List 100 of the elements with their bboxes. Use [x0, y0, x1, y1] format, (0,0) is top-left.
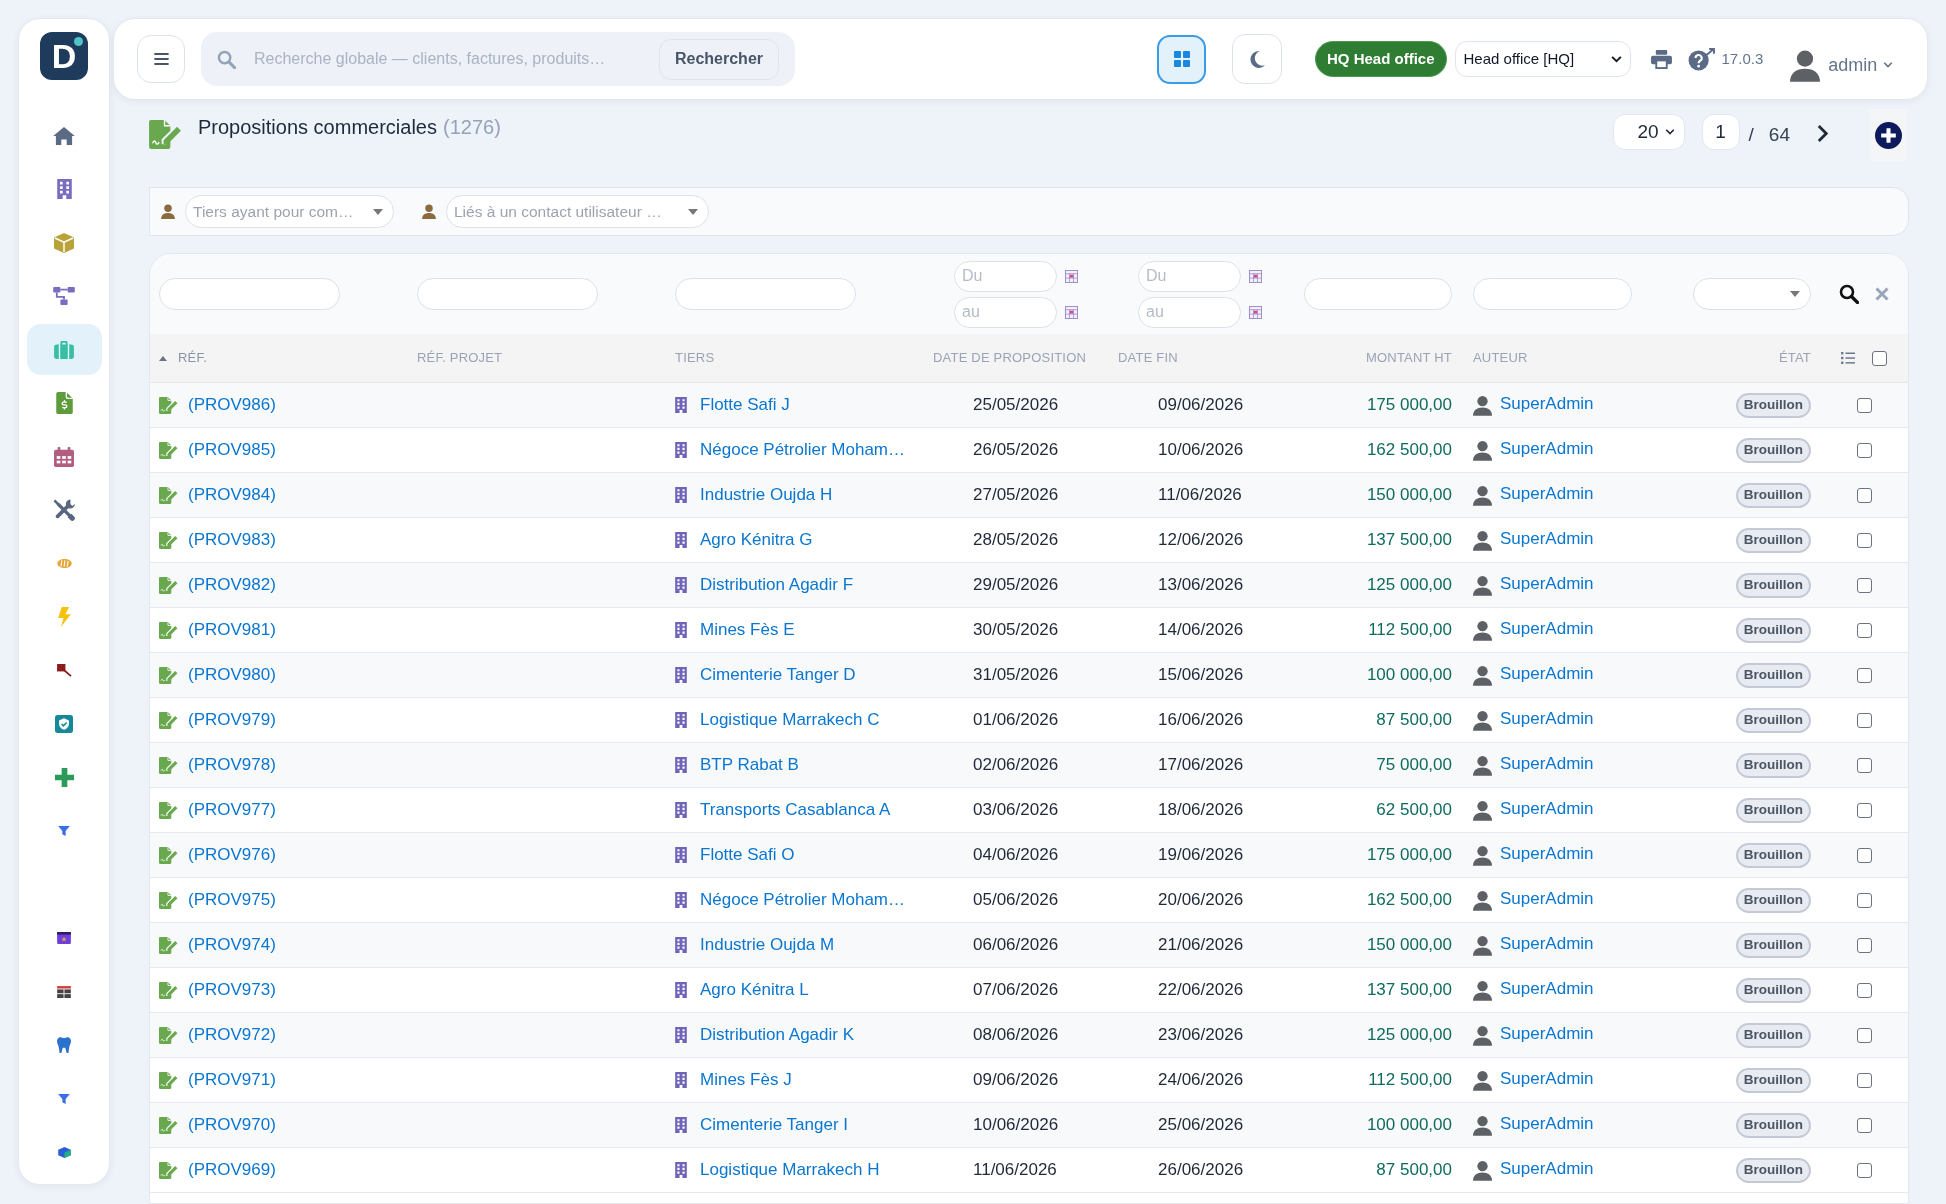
row-checkbox[interactable]	[1857, 1027, 1872, 1043]
row-checkbox[interactable]	[1857, 937, 1872, 953]
author-link[interactable]: SuperAdmin	[1500, 886, 1594, 912]
third-party-link[interactable]: Agro Kénitra L	[700, 977, 809, 1003]
dark-mode-button[interactable]	[1232, 34, 1282, 84]
proposal-link[interactable]: (PROV970)	[188, 1112, 276, 1138]
author-link[interactable]: SuperAdmin	[1500, 976, 1594, 1002]
row-checkbox[interactable]	[1857, 1117, 1872, 1133]
date-input[interactable]: au	[954, 296, 1057, 328]
third-party-link[interactable]: Flotte Safi J	[700, 392, 790, 418]
date-input[interactable]: Du	[1138, 260, 1241, 292]
proposal-link[interactable]: (PROV971)	[188, 1067, 276, 1093]
proposal-link[interactable]: (PROV972)	[188, 1022, 276, 1048]
author-link[interactable]: SuperAdmin	[1500, 436, 1594, 462]
proposal-link[interactable]: (PROV979)	[188, 707, 276, 733]
proposal-link[interactable]: (PROV980)	[188, 662, 276, 688]
filter-input[interactable]	[1304, 278, 1452, 310]
third-party-link[interactable]: Négoce Pétrolier Moham…	[700, 887, 906, 913]
filter-input[interactable]	[159, 278, 340, 310]
proposal-link[interactable]: (PROV973)	[188, 977, 276, 1003]
filter-input[interactable]	[675, 278, 856, 310]
row-checkbox[interactable]	[1857, 1072, 1872, 1088]
third-party-link[interactable]: Négoce Pétrolier Moham…	[700, 437, 906, 463]
author-link[interactable]: SuperAdmin	[1500, 706, 1594, 732]
author-link[interactable]: SuperAdmin	[1500, 931, 1594, 957]
row-checkbox[interactable]	[1857, 892, 1872, 908]
entity-select[interactable]: Head office [HQ]	[1454, 41, 1631, 77]
calendar-icon[interactable]	[1065, 305, 1078, 319]
author-link[interactable]: SuperAdmin	[1500, 526, 1594, 552]
row-checkbox[interactable]	[1857, 757, 1872, 773]
proposal-link[interactable]: (PROV974)	[188, 932, 276, 958]
third-party-link[interactable]: Logistique Marrakech C	[700, 707, 880, 733]
row-checkbox[interactable]	[1857, 802, 1872, 818]
column-header[interactable]: RÉF.	[178, 348, 207, 368]
filter-select[interactable]: Tiers ayant pour com…	[185, 195, 394, 228]
calendar-icon[interactable]	[1249, 305, 1262, 319]
proposal-link[interactable]: (PROV983)	[188, 527, 276, 553]
next-page-button[interactable]	[1817, 123, 1828, 143]
column-header[interactable]: AUTEUR	[1473, 348, 1528, 368]
row-checkbox[interactable]	[1857, 847, 1872, 863]
row-checkbox[interactable]	[1857, 577, 1872, 593]
date-input[interactable]: Du	[954, 260, 1057, 292]
add-button[interactable]	[1870, 109, 1907, 161]
third-party-link[interactable]: Logistique Marrakech H	[700, 1157, 880, 1183]
author-link[interactable]: SuperAdmin	[1500, 841, 1594, 867]
third-party-link[interactable]: Mines Fès J	[700, 1067, 792, 1093]
third-party-link[interactable]: Flotte Safi O	[700, 842, 795, 868]
third-party-link[interactable]: Agro Kénitra G	[700, 527, 813, 553]
author-link[interactable]: SuperAdmin	[1500, 571, 1594, 597]
column-header[interactable]: DATE FIN	[1118, 348, 1178, 368]
search-button[interactable]: Rechercher	[658, 38, 779, 80]
column-header[interactable]: DATE DE PROPOSITION	[933, 348, 1087, 368]
proposal-link[interactable]: (PROV976)	[188, 842, 276, 868]
calendar-icon[interactable]	[1065, 269, 1078, 283]
filter-select[interactable]: Liés à un contact utilisateur …	[446, 195, 709, 228]
proposal-link[interactable]: (PROV969)	[188, 1157, 276, 1183]
row-checkbox[interactable]	[1857, 442, 1872, 458]
author-link[interactable]: SuperAdmin	[1500, 481, 1594, 507]
third-party-link[interactable]: Industrie Oujda M	[700, 932, 835, 958]
proposal-link[interactable]: (PROV975)	[188, 887, 276, 913]
search-field[interactable]: Recherche globale — clients, factures, produits… Rechercher	[201, 32, 795, 86]
printer-icon[interactable]	[1650, 49, 1672, 69]
row-checkbox[interactable]	[1857, 622, 1872, 638]
row-checkbox[interactable]	[1857, 487, 1872, 503]
search-icon[interactable]	[1839, 284, 1859, 304]
third-party-link[interactable]: Industrie Oujda H	[700, 482, 833, 508]
column-header[interactable]: ÉTAT	[1778, 348, 1811, 368]
third-party-link[interactable]: Transports Casablanca A	[700, 797, 891, 823]
author-link[interactable]: SuperAdmin	[1500, 1156, 1594, 1182]
user-menu[interactable]: admin	[1790, 48, 1894, 82]
proposal-link[interactable]: (PROV981)	[188, 617, 276, 643]
row-checkbox[interactable]	[1857, 712, 1872, 728]
date-input[interactable]: au	[1138, 296, 1241, 328]
row-checkbox[interactable]	[1857, 1162, 1872, 1178]
third-party-link[interactable]: Distribution Agadir K	[700, 1022, 855, 1048]
proposal-link[interactable]: (PROV978)	[188, 752, 276, 778]
proposal-link[interactable]: (PROV986)	[188, 392, 276, 418]
list-icon[interactable]	[1841, 352, 1855, 364]
column-header[interactable]: MONTANT HT	[1366, 348, 1452, 368]
row-checkbox[interactable]	[1857, 532, 1872, 548]
third-party-link[interactable]: Cimenterie Tanger D	[700, 662, 856, 688]
proposal-link[interactable]: (PROV985)	[188, 437, 276, 463]
column-header[interactable]: TIERS	[675, 348, 715, 368]
third-party-link[interactable]: Cimenterie Tanger I	[700, 1112, 849, 1138]
calendar-icon[interactable]	[1249, 269, 1262, 283]
page-size-select[interactable]: 20	[1612, 114, 1685, 150]
row-checkbox[interactable]	[1857, 982, 1872, 998]
row-checkbox[interactable]	[1857, 397, 1872, 413]
proposal-link[interactable]: (PROV982)	[188, 572, 276, 598]
author-link[interactable]: SuperAdmin	[1500, 1111, 1594, 1137]
proposal-link[interactable]: (PROV977)	[188, 797, 276, 823]
filter-input[interactable]	[1473, 278, 1632, 310]
author-link[interactable]: SuperAdmin	[1500, 661, 1594, 687]
third-party-link[interactable]: BTP Rabat B	[700, 752, 799, 778]
page-input[interactable]: 1	[1701, 114, 1740, 150]
author-link[interactable]: SuperAdmin	[1500, 751, 1594, 777]
author-link[interactable]: SuperAdmin	[1500, 796, 1594, 822]
author-link[interactable]: SuperAdmin	[1500, 1066, 1594, 1092]
author-link[interactable]: SuperAdmin	[1500, 1021, 1594, 1047]
row-checkbox[interactable]	[1857, 667, 1872, 683]
